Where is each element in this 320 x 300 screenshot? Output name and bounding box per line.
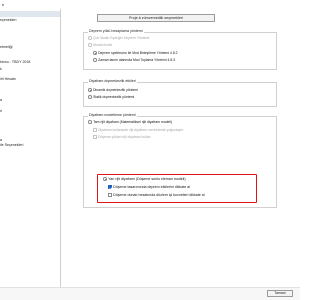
checkbox-icon (93, 128, 97, 132)
option-label: Modal Analiz (93, 43, 113, 47)
option-dynamic-eccentricity[interactable]: Dinamik dışmerkezlik yöntemi (88, 88, 138, 92)
option-label: Statik dışmerkezlik yöntemi (93, 95, 135, 99)
option-static-eccentricity[interactable]: Statik dışmerkezlik yöntemi (88, 95, 134, 99)
window-title: e (2, 2, 5, 7)
option-label: Diyafram kullanarak rijit diyafram merke… (98, 128, 184, 132)
sidebar-item[interactable] (0, 117, 60, 123)
radio-selected-icon (93, 51, 97, 55)
sidebar-item[interactable]: ktonu - TBDY 2018 (0, 59, 60, 65)
sidebar-item[interactable]: irli Hesabı (0, 76, 60, 82)
radio-icon (88, 43, 92, 47)
sidebar-item[interactable]: etmeliği (0, 44, 60, 50)
footer-bar (0, 287, 300, 300)
option-time-history[interactable]: Zaman tanım alanında Mod Toplama Yöntemi… (93, 58, 175, 62)
option-label: Zaman tanım alanında Mod Toplama Yöntemi… (98, 58, 176, 62)
group-title: Diyafram dışmerkezlik etkileri (88, 79, 137, 83)
ok-button[interactable]: Tamam (267, 290, 293, 297)
radio-icon (88, 120, 92, 124)
sidebar-item[interactable] (0, 87, 60, 93)
group-title: Diyafram modelleme yöntemi (88, 113, 137, 117)
sidebar-item[interactable] (0, 127, 60, 133)
preset-options-button[interactable]: Proje â zümvemedlik seçenekleri (97, 14, 215, 22)
sidebar-item[interactable]: ile Seçenekleri (0, 142, 60, 148)
option-slab-loads-rigid[interactable]: Döşeme yükleri rijit diyafram kullan (93, 135, 150, 139)
radio-icon (88, 95, 92, 99)
option-label: Döşeme yükleri rijit diyafram kullan (98, 135, 151, 139)
sidebar-item[interactable]: ri (0, 108, 60, 114)
radio-selected-icon (88, 88, 92, 92)
sidebar-item[interactable]: k (0, 66, 60, 72)
checkbox-icon (93, 135, 97, 139)
title-bar: e (0, 0, 300, 9)
option-label: Tam rijit diyafram (Matematiksel rijit d… (93, 120, 173, 124)
radio-icon (93, 58, 97, 62)
radio-icon (88, 36, 92, 40)
sidebar-item[interactable] (0, 33, 60, 39)
option-label: Dinamik dışmerkezlik yöntemi (93, 88, 138, 92)
sidebar-item[interactable]: a (0, 97, 60, 103)
option-modal-analysis[interactable]: Modal Analiz (88, 43, 112, 47)
sidebar-item[interactable] (0, 25, 60, 31)
highlight-box (97, 174, 257, 203)
option-label: Deprem spektrumu ile Mod Birleştirme Yön… (98, 51, 178, 55)
option-label: Çok Modlu Eşdeğer Deprem Yöntemi (93, 36, 150, 40)
sidebar-item[interactable] (0, 149, 60, 155)
option-response-spectrum[interactable]: Deprem spektrumu ile Mod Birleştirme Yön… (93, 51, 178, 55)
option-rigid-diaphragm[interactable]: Tam rijit diyafram (Matematiksel rijit d… (88, 120, 172, 124)
sidebar-item[interactable]: eçenekleri (0, 17, 60, 23)
group-title: Deprem yükü hesaplama yöntemi (88, 29, 144, 33)
sidebar: eçenekleri etmeliği ktonu - TBDY 2018 k … (0, 9, 61, 300)
option-equivalent-static[interactable]: Çok Modlu Eşdeğer Deprem Yöntemi (88, 36, 149, 40)
option-rigid-center-lumping[interactable]: Diyafram kullanarak rijit diyafram merke… (93, 128, 183, 132)
